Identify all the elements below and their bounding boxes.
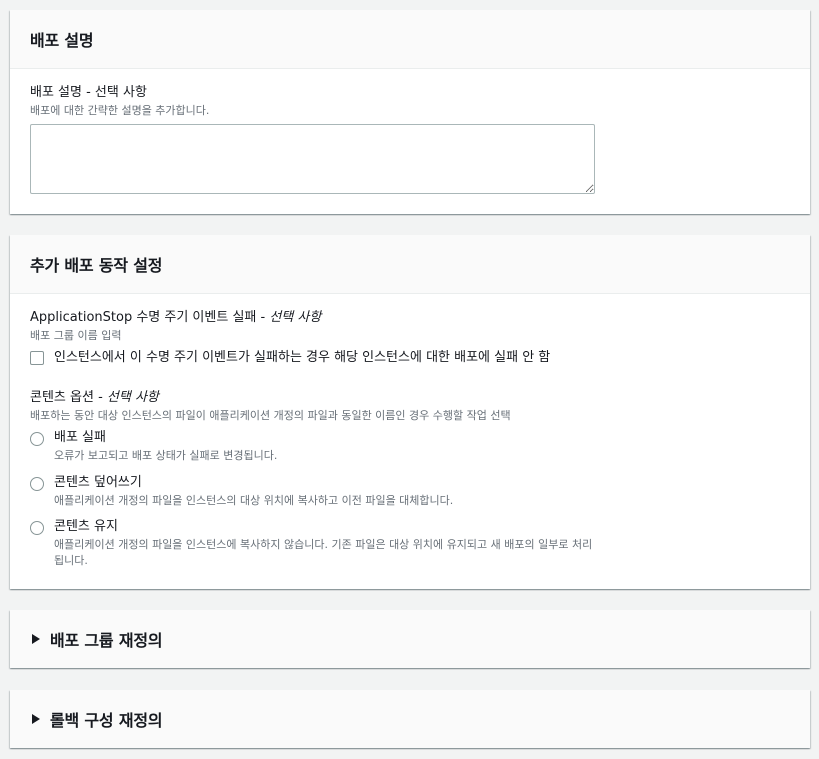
description-field-label: 배포 설명 - 선택 사항 [30, 85, 147, 100]
caret-right-icon [32, 714, 40, 724]
expandable-title: 배포 그룹 재정의 [50, 631, 163, 650]
radio-overwrite-content[interactable] [30, 477, 44, 491]
radio-retain-content[interactable] [30, 521, 44, 535]
content-options-label: 콘텐츠 옵션 - 선택 사항 [30, 389, 159, 407]
radio-fail-deployment-desc: 오류가 보고되고 배포 상태가 실패로 변경됩니다. [54, 449, 278, 462]
additional-settings-panel: 추가 배포 동작 설정 ApplicationStop 수명 주기 이벤트 실패… [10, 235, 810, 589]
radio-overwrite-content-desc: 애플리케이션 개정의 파일을 인스턴스의 대상 위치에 복사하고 이전 파일을 … [54, 494, 454, 507]
optional-label: 선택 사항 [269, 310, 322, 325]
description-field-desc: 배포에 대한 간략한 설명을 추가합니다. [30, 104, 210, 117]
app-stop-field-label: ApplicationStop 수명 주기 이벤트 실패 - 선택 사항 [30, 309, 321, 327]
radio-fail-deployment[interactable] [30, 432, 44, 446]
deployment-description-panel: 배포 설명 배포 설명 - 선택 사항 배포에 대한 간략한 설명을 추가합니다… [10, 10, 810, 214]
radio-fail-deployment-label[interactable]: 배포 실패 [54, 429, 106, 447]
content-options-desc: 배포하는 동안 대상 인스턴스의 파일이 애플리케이션 개정의 파일과 동일한 … [30, 409, 511, 422]
panel-header: 추가 배포 동작 설정 [10, 235, 810, 294]
app-stop-checkbox[interactable] [30, 351, 44, 365]
panel-header: 배포 설명 [10, 10, 810, 69]
panel-title: 배포 설명 [30, 31, 94, 50]
radio-overwrite-content-label[interactable]: 콘텐츠 덮어쓰기 [54, 474, 142, 492]
deployment-group-overrides-panel: 배포 그룹 재정의 [10, 610, 810, 668]
app-stop-label-main: ApplicationStop 수명 주기 이벤트 실패 - [30, 310, 270, 325]
radio-retain-content-label[interactable]: 콘텐츠 유지 [54, 518, 118, 536]
optional-label: 선택 사항 [106, 390, 159, 405]
description-textarea[interactable] [30, 124, 595, 194]
expandable-title: 롤백 구성 재정의 [50, 711, 163, 730]
radio-retain-content-desc: 애플리케이션 개정의 파일을 인스턴스에 복사하지 않습니다. 기존 파일은 대… [54, 538, 593, 567]
app-stop-checkbox-label[interactable]: 인스턴스에서 이 수명 주기 이벤트가 실패하는 경우 해당 인스턴스에 대한 … [54, 349, 550, 367]
rollback-config-overrides-toggle[interactable]: 롤백 구성 재정의 [10, 690, 810, 748]
rollback-config-overrides-panel: 롤백 구성 재정의 [10, 690, 810, 748]
app-stop-field-desc: 배포 그룹 이름 입력 [30, 329, 122, 342]
deployment-group-overrides-toggle[interactable]: 배포 그룹 재정의 [10, 610, 810, 668]
content-options-label-main: 콘텐츠 옵션 - [30, 390, 107, 405]
panel-title: 추가 배포 동작 설정 [30, 256, 163, 275]
caret-right-icon [32, 634, 40, 644]
